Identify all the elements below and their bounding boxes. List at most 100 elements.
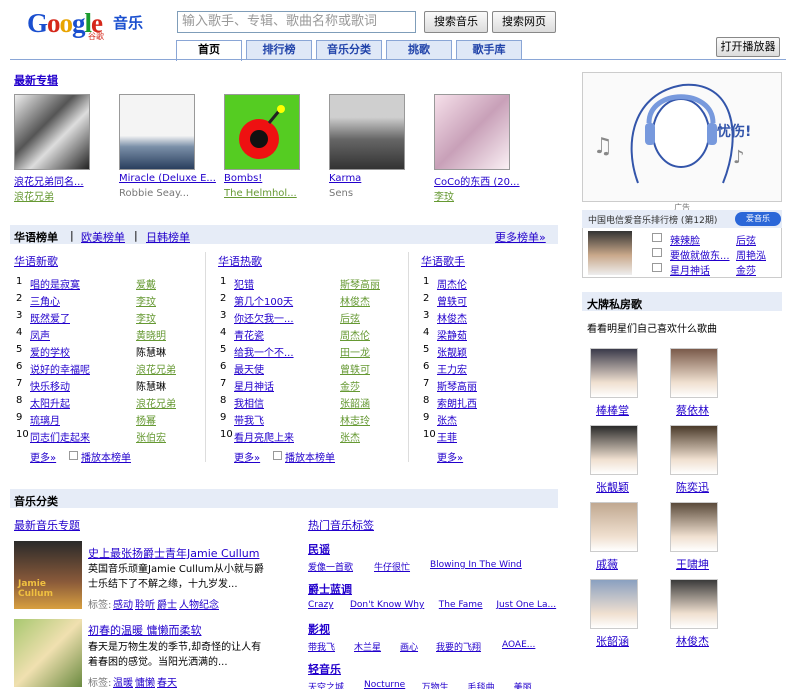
tag-group-title[interactable]: 轻音乐 [308,661,341,677]
tag-link[interactable]: 慵懒 [135,674,155,689]
album-title[interactable]: Miracle (Deluxe E... [119,173,219,184]
album-cover[interactable] [434,94,510,170]
tag-link[interactable]: 画心 [400,640,418,653]
chart-song[interactable]: 梁静茹 [437,327,467,342]
chart-song[interactable]: 索朗扎西 [437,395,477,410]
more-link[interactable]: 更多» [30,449,56,464]
play-icon[interactable] [652,248,662,257]
star-name[interactable]: 蔡依林 [676,402,709,418]
chart-artist[interactable]: 曾轶可 [340,361,370,376]
chart-song[interactable]: 爱的学校 [30,344,70,359]
chart-song[interactable]: 说好的幸福呢 [30,361,90,376]
chart-song[interactable]: 我相信 [234,395,264,410]
tag-link[interactable]: Crazy [308,600,334,610]
telecom-song[interactable]: 星月神话 [670,262,710,277]
chart-artist[interactable]: 浪花兄弟 [136,395,176,410]
chart-column-title[interactable]: 华语热歌 [218,253,262,269]
telecom-artist-photo[interactable] [588,231,632,275]
tag-link[interactable]: 天空之城 [308,680,344,689]
chart-artist[interactable]: 浪花兄弟 [136,361,176,376]
tag-link[interactable]: AOAE... [502,640,535,650]
ai-music-logo[interactable]: 爱音乐 [735,212,781,226]
chart-song[interactable]: 王力宏 [437,361,467,376]
star-name[interactable]: 棒棒堂 [596,402,629,418]
star-name[interactable]: 张靓颖 [596,479,629,495]
chart-song[interactable]: 星月神话 [234,378,274,393]
star-photo[interactable] [590,579,638,629]
chart-song[interactable]: 快乐移动 [30,378,70,393]
star-name[interactable]: 张韶涵 [596,633,629,649]
telecom-song[interactable]: 辣辣脸 [670,232,700,247]
chart-song[interactable]: 琉璃月 [30,412,60,427]
play-icon[interactable] [69,451,78,460]
play-icon[interactable] [652,263,662,272]
play-icon[interactable] [273,451,282,460]
tag-link[interactable]: 万物生 [422,680,449,689]
album-cover[interactable] [14,94,90,170]
chart-column-title[interactable]: 华语歌手 [421,253,465,269]
topic-title[interactable]: 最新音乐专题 [14,517,80,533]
topic-link[interactable]: 初春的温暖 慵懒而柔软 [88,622,202,638]
chart-artist[interactable]: 张杰 [340,429,360,444]
chart-artist[interactable]: 周杰伦 [340,327,370,342]
latest-albums-title[interactable]: 最新专辑 [14,72,58,88]
album-title[interactable]: CoCo的东西 (20... [434,173,534,188]
tag-link[interactable]: 带我飞 [308,640,335,653]
chart-song[interactable]: 看月亮爬上来 [234,429,294,444]
tag-link[interactable]: The Fame [439,600,483,610]
topic-image[interactable]: Jamie Cullum [14,541,82,609]
chart-song[interactable]: 同志们走起来 [30,429,90,444]
tag-link[interactable]: 人物纪念 [179,596,219,611]
chart-song[interactable]: 周杰伦 [437,276,467,291]
telecom-artist[interactable]: 金莎 [736,262,756,277]
chart-song[interactable]: 最天使 [234,361,264,376]
star-photo[interactable] [590,348,638,398]
telecom-artist[interactable]: 周艳泓 [736,247,766,262]
tag-link[interactable]: 春天 [157,674,177,689]
album-artist[interactable]: 李玟 [434,188,534,203]
chart-artist[interactable]: 林志玲 [340,412,370,427]
star-photo[interactable] [590,425,638,475]
chart-song[interactable]: 青花瓷 [234,327,264,342]
play-chart-link[interactable]: 播放本榜单 [285,449,335,464]
play-chart-link[interactable]: 播放本榜单 [81,449,131,464]
tag-link[interactable]: 爱像一首歌 [308,560,353,573]
album-cover[interactable] [224,94,300,170]
star-name[interactable]: 林俊杰 [676,633,709,649]
tag-link[interactable]: Nocturne [364,680,405,689]
album-artist[interactable]: 浪花兄弟 [14,188,114,203]
star-name[interactable]: 王啸坤 [676,556,709,572]
chart-song[interactable]: 斯琴高丽 [437,378,477,393]
telecom-artist[interactable]: 后弦 [736,232,756,247]
tag-link[interactable]: Blowing In The Wind [430,560,522,570]
tag-link[interactable]: 牛仔很忙 [374,560,410,573]
tag-link[interactable]: 温暖 [113,674,133,689]
topic-image[interactable] [14,619,82,687]
chart-song[interactable]: 第几个100天 [234,293,293,308]
chart-artist[interactable]: 金莎 [340,378,360,393]
tab-artists[interactable]: 歌手库 [456,40,522,60]
chart-song[interactable]: 林俊杰 [437,310,467,325]
tag-link[interactable]: 美丽 [514,680,532,689]
album-cover[interactable] [119,94,195,170]
more-link[interactable]: 更多» [437,449,463,464]
star-photo[interactable] [670,579,718,629]
hot-tags-title[interactable]: 热门音乐标签 [308,517,374,533]
chart-column-title[interactable]: 华语新歌 [14,253,58,269]
chart-song[interactable]: 带我飞 [234,412,264,427]
tab-charts[interactable]: 排行榜 [246,40,312,60]
chart-artist[interactable]: 林俊杰 [340,293,370,308]
tag-link[interactable]: 感动 [113,596,133,611]
chart-song[interactable]: 既然爱了 [30,310,70,325]
tag-link[interactable]: 我要的飞翔 [436,640,481,653]
tab-home[interactable]: 首页 [176,40,242,61]
chart-tab-chinese[interactable]: 华语榜单 [14,229,58,245]
chart-artist[interactable]: 李玟 [136,293,156,308]
tag-link[interactable]: 木兰星 [354,640,381,653]
chart-artist[interactable]: 后弦 [340,310,360,325]
chart-artist[interactable]: 张韶涵 [340,395,370,410]
more-charts-link[interactable]: 更多榜单» [495,229,546,245]
album-artist[interactable]: The Helmhol... [224,188,324,199]
chart-artist[interactable]: 田一龙 [340,344,370,359]
chart-artist[interactable]: 李玟 [136,310,156,325]
